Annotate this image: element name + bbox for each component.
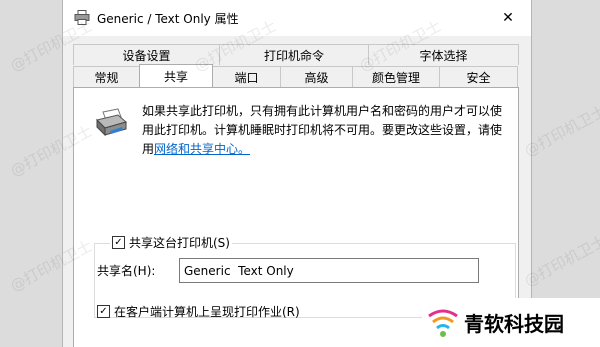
info-line-prefix: 用 xyxy=(142,142,155,156)
tab-security[interactable]: 安全 xyxy=(439,66,518,87)
close-button[interactable]: ✕ xyxy=(485,0,531,36)
brand-badge: 青软科技园 xyxy=(422,298,600,347)
brand-name: 青软科技园 xyxy=(464,312,564,336)
tab-label: 打印机命令 xyxy=(263,48,324,63)
tab-label: 常规 xyxy=(94,70,119,85)
tab-label: 端口 xyxy=(234,70,259,85)
tab-printer-commands[interactable]: 打印机命令 xyxy=(219,44,369,65)
info-line: 用网络和共享中心。 xyxy=(142,140,512,159)
printer-icon xyxy=(96,108,128,137)
tab-device-settings[interactable]: 设备设置 xyxy=(73,44,220,65)
watermark-text: @打印机卫士 xyxy=(521,101,600,161)
share-name-row: 共享名(H): xyxy=(97,258,479,283)
tab-row-front: 常规 共享 端口 高级 颜色管理 安全 xyxy=(73,64,518,87)
tab-label: 安全 xyxy=(466,70,491,85)
share-printer-checkbox[interactable]: ✓ xyxy=(112,236,125,249)
share-name-input[interactable] xyxy=(179,258,479,283)
watermark-text: @打印机卫士 xyxy=(521,231,600,291)
share-name-label: 共享名(H): xyxy=(97,264,156,278)
render-jobs-checkbox-row[interactable]: ✓ 在客户端计算机上呈现打印作业(R) xyxy=(97,303,300,320)
tab-font-selection[interactable]: 字体选择 xyxy=(368,44,519,65)
printer-properties-window: Generic / Text Only 属性 ✕ 设备设置 打印机命令 字体选择… xyxy=(62,0,532,347)
tab-label: 设备设置 xyxy=(122,48,171,63)
title-bar: Generic / Text Only 属性 ✕ xyxy=(63,0,531,36)
tab-general[interactable]: 常规 xyxy=(73,66,140,87)
render-jobs-label: 在客户端计算机上呈现打印作业(R) xyxy=(114,305,300,319)
tab-color-management[interactable]: 颜色管理 xyxy=(352,66,440,87)
brand-logo-icon xyxy=(428,309,458,337)
sharing-info-text: 如果共享此打印机，只有拥有此计算机用户名和密码的用户才可以使 用此打印机。计算机… xyxy=(142,102,512,159)
share-printer-label: 共享这台打印机(S) xyxy=(129,236,230,250)
tab-advanced[interactable]: 高级 xyxy=(280,66,353,87)
printer-icon xyxy=(74,10,90,25)
tab-label: 颜色管理 xyxy=(371,70,420,85)
tab-ports[interactable]: 端口 xyxy=(212,66,281,87)
info-line: 如果共享此打印机，只有拥有此计算机用户名和密码的用户才可以使 xyxy=(142,104,503,118)
network-sharing-center-link[interactable]: 网络和共享中心。 xyxy=(154,142,250,156)
tab-label: 共享 xyxy=(163,69,188,84)
close-icon: ✕ xyxy=(502,10,514,26)
tab-row-back: 设备设置 打印机命令 字体选择 xyxy=(73,44,519,65)
tab-sharing[interactable]: 共享 xyxy=(139,64,213,87)
tab-label: 字体选择 xyxy=(419,48,468,63)
render-jobs-checkbox[interactable]: ✓ xyxy=(97,305,110,318)
info-line: 用此打印机。计算机睡眠时打印机将不可用。要更改这些设置，请使 xyxy=(142,123,503,137)
tab-label: 高级 xyxy=(304,70,329,85)
window-title: Generic / Text Only 属性 xyxy=(97,12,239,26)
share-printer-checkbox-row[interactable]: ✓ 共享这台打印机(S) xyxy=(110,234,232,251)
